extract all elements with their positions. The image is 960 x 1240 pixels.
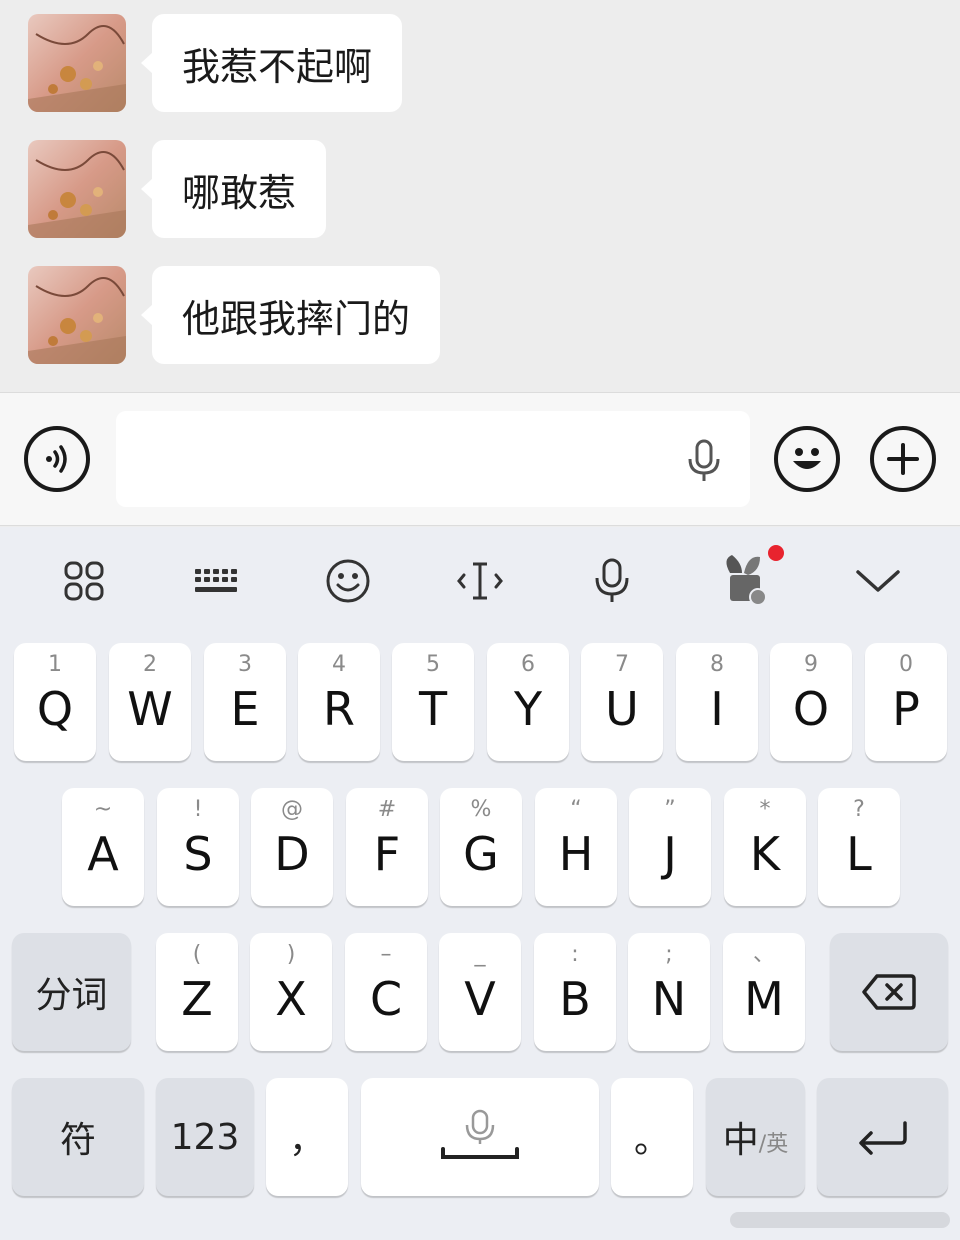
- numeric-key[interactable]: 123: [156, 1078, 254, 1196]
- avatar[interactable]: [28, 266, 126, 364]
- key-b[interactable]: :B: [534, 933, 616, 1051]
- key-o[interactable]: 9O: [770, 643, 852, 761]
- key-d[interactable]: @ D: [251, 788, 333, 906]
- plus-icon: [887, 443, 919, 475]
- collapse-chevron-icon[interactable]: [852, 555, 904, 607]
- key-k[interactable]: * K: [724, 788, 806, 906]
- voice-mode-icon: [46, 445, 67, 473]
- emoji-face-icon[interactable]: [322, 555, 374, 607]
- key-h[interactable]: “H: [535, 788, 617, 906]
- key-t[interactable]: 5T: [392, 643, 474, 761]
- plant-skin-icon[interactable]: [716, 543, 788, 611]
- comma-key[interactable]: ，: [266, 1078, 348, 1196]
- notification-dot: [768, 545, 784, 561]
- lang-sub-label: /英: [758, 1132, 789, 1157]
- space-key[interactable]: [361, 1078, 599, 1196]
- key-p[interactable]: 0P: [865, 643, 947, 761]
- key-j[interactable]: ” J: [629, 788, 711, 906]
- keyboard-icon[interactable]: [190, 555, 242, 607]
- key-v[interactable]: _ V: [439, 933, 521, 1051]
- key-z[interactable]: (Z: [156, 933, 238, 1051]
- voice-mode-button[interactable]: [24, 426, 90, 492]
- key-g[interactable]: % G: [440, 788, 522, 906]
- key-r[interactable]: 4R: [298, 643, 380, 761]
- key-y[interactable]: 6Y: [487, 643, 569, 761]
- keyboard: 1Q 2W 3E 4R 5T 6Y 7U 8I 9O 0P ~ A ! S @ D #…: [0, 527, 960, 1240]
- enter-key[interactable]: [817, 1078, 948, 1196]
- emoji-button[interactable]: [774, 426, 840, 492]
- text-cursor-icon[interactable]: [454, 555, 506, 607]
- key-i[interactable]: 8I: [676, 643, 758, 761]
- microphone-icon[interactable]: [586, 555, 638, 607]
- keyboard-toolbar: [0, 527, 960, 635]
- segment-key[interactable]: 分词: [12, 933, 131, 1051]
- key-w[interactable]: 2W: [109, 643, 191, 761]
- key-x[interactable]: ) X: [250, 933, 332, 1051]
- chat-area: 我惹不起啊 哪敢惹 他跟我摔门的: [0, 0, 960, 392]
- enter-icon: [858, 1121, 907, 1155]
- more-button[interactable]: [870, 426, 936, 492]
- key-e[interactable]: 3E: [204, 643, 286, 761]
- home-indicator: [730, 1212, 950, 1228]
- message-field[interactable]: [116, 411, 750, 507]
- key-l[interactable]: ? L: [818, 788, 900, 906]
- avatar[interactable]: [28, 140, 126, 238]
- symbol-key[interactable]: 符: [12, 1078, 144, 1196]
- lang-main-label: 中: [722, 1120, 759, 1161]
- message-bubble[interactable]: 他跟我摔门的: [140, 266, 441, 364]
- apps-grid-icon[interactable]: [58, 555, 110, 607]
- message-input[interactable]: [116, 411, 676, 507]
- message-row: 他跟我摔门的: [0, 266, 960, 364]
- message-row: 哪敢惹: [0, 140, 960, 238]
- message-bubble[interactable]: 哪敢惹: [140, 140, 327, 238]
- language-toggle-key[interactable]: 中/英: [706, 1078, 805, 1196]
- emoji-icon: [793, 448, 821, 469]
- key-n[interactable]: ; N: [628, 933, 710, 1051]
- key-a[interactable]: ~ A: [62, 788, 144, 906]
- message-bubble[interactable]: 我惹不起啊: [140, 14, 403, 112]
- period-key[interactable]: 。: [611, 1078, 693, 1196]
- backspace-key[interactable]: [830, 933, 948, 1051]
- space-mic-icon: [441, 1109, 519, 1159]
- message-input-bar: [0, 392, 960, 526]
- key-u[interactable]: 7U: [581, 643, 663, 761]
- backspace-icon: [862, 974, 916, 1010]
- microphone-icon[interactable]: [684, 439, 724, 483]
- key-m[interactable]: 、 M: [723, 933, 805, 1051]
- avatar[interactable]: [28, 14, 126, 112]
- key-q[interactable]: 1Q: [14, 643, 96, 761]
- key-f[interactable]: # F: [346, 788, 428, 906]
- key-s[interactable]: ! S: [157, 788, 239, 906]
- message-row: 我惹不起啊: [0, 14, 960, 112]
- key-c[interactable]: – C: [345, 933, 427, 1051]
